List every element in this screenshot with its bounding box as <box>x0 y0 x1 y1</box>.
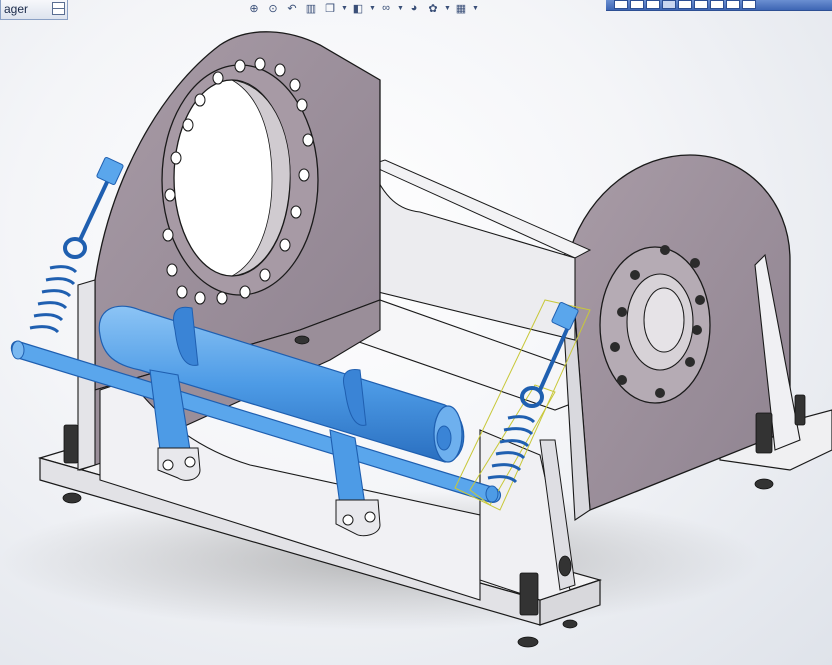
right-flange-bore <box>643 287 685 353</box>
model-viewport[interactable] <box>0 0 832 665</box>
